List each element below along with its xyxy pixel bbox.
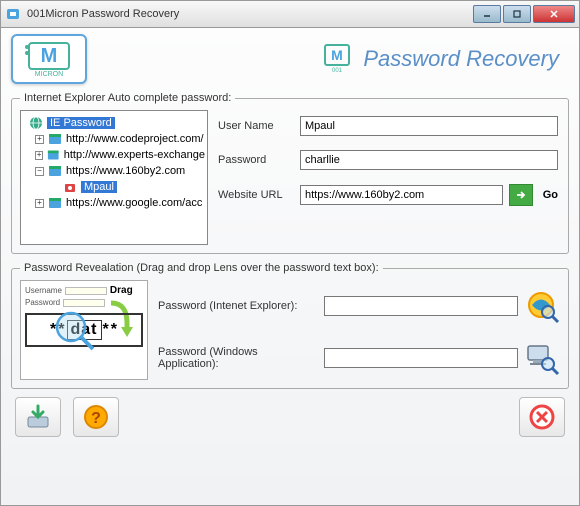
help-button[interactable]: ? <box>73 397 119 437</box>
go-label: Go <box>543 189 558 201</box>
close-button[interactable] <box>533 5 575 23</box>
preview-password-label: Password <box>25 298 60 307</box>
password-tree[interactable]: IE Password + http://www.codeproject.com… <box>20 110 208 245</box>
mask-char: * <box>103 321 110 339</box>
tree-subitem[interactable]: Mpaul <box>63 179 205 195</box>
section-revelation: Password Revealation (Drag and drop Lens… <box>11 262 569 389</box>
brand-title: Password Recovery <box>363 46 559 72</box>
tree-item[interactable]: + http://www.codeproject.com/ <box>35 131 205 147</box>
password-label: Password <box>218 154 294 166</box>
exit-button[interactable] <box>519 397 565 437</box>
save-button[interactable] <box>15 397 61 437</box>
header: M MICRON M 001 Password Recovery <box>11 34 569 84</box>
tree-item-label: https://www.google.com/acc <box>66 197 202 209</box>
tree-root[interactable]: IE Password <box>29 115 205 131</box>
titlebar: 001Micron Password Recovery <box>0 0 580 28</box>
tree-item[interactable]: + https://www.google.com/acc <box>35 195 205 211</box>
preview-username-box <box>65 287 107 295</box>
password-input[interactable] <box>300 150 558 170</box>
svg-text:?: ? <box>91 410 101 427</box>
tree-item-label: https://www.160by2.com <box>66 165 185 177</box>
minimize-button[interactable] <box>473 5 501 23</box>
details-form: User Name Password Website URL Go <box>216 110 560 245</box>
preview-password-box <box>63 299 105 307</box>
svg-text:MICRON: MICRON <box>35 71 63 78</box>
section-revelation-legend: Password Revealation (Drag and drop Lens… <box>20 262 383 274</box>
preview-revealed-box: ** dat ** <box>25 313 143 347</box>
window-controls <box>473 5 575 23</box>
window-title: 001Micron Password Recovery <box>27 8 473 20</box>
tree-root-label: IE Password <box>47 117 115 129</box>
reveal-ie-input[interactable] <box>324 296 518 316</box>
reveal-ie-label: Password (Intenet Explorer): <box>158 300 318 312</box>
reveal-win-input[interactable] <box>324 348 518 368</box>
tree-subitem-label: Mpaul <box>81 181 117 193</box>
reveal-fields: Password (Intenet Explorer): Password (W… <box>158 280 560 380</box>
brand-logo-icon: M 001 <box>319 41 355 77</box>
reveal-win-label: Password (Windows Application): <box>158 346 318 370</box>
section-autocomplete: Internet Explorer Auto complete password… <box>11 92 569 254</box>
app-icon <box>5 6 21 22</box>
content: M MICRON M 001 Password Recovery Internet… <box>0 28 580 506</box>
url-input[interactable] <box>300 185 503 205</box>
expand-icon[interactable]: + <box>35 151 43 160</box>
svg-text:M: M <box>332 47 344 63</box>
maximize-button[interactable] <box>503 5 531 23</box>
tree-item[interactable]: + http://www.experts-exchange <box>35 147 205 163</box>
mask-char: * <box>111 321 118 339</box>
win-lens-button[interactable] <box>524 340 560 376</box>
svg-text:M: M <box>41 45 58 67</box>
username-input[interactable] <box>300 116 558 136</box>
go-button[interactable] <box>509 184 533 206</box>
tree-item-label: http://www.experts-exchange <box>64 149 205 161</box>
logo: M MICRON <box>11 34 87 84</box>
preview-username-label: Username <box>25 286 62 295</box>
footer: ? <box>11 397 569 437</box>
svg-text:001: 001 <box>332 68 343 74</box>
lens-icon[interactable] <box>53 309 95 351</box>
expand-icon[interactable]: + <box>35 135 44 144</box>
username-label: User Name <box>218 120 294 132</box>
tree-item-label: http://www.codeproject.com/ <box>66 133 204 145</box>
drag-label: Drag <box>110 285 133 296</box>
tree-item[interactable]: − https://www.160by2.com <box>35 163 205 179</box>
lens-preview: Username Drag Password ** dat ** <box>20 280 148 380</box>
brand: M 001 Password Recovery <box>97 41 569 77</box>
ie-lens-button[interactable] <box>524 288 560 324</box>
collapse-icon[interactable]: − <box>35 167 44 176</box>
expand-icon[interactable]: + <box>35 199 44 208</box>
url-label: Website URL <box>218 189 294 201</box>
section-autocomplete-legend: Internet Explorer Auto complete password… <box>20 92 235 104</box>
